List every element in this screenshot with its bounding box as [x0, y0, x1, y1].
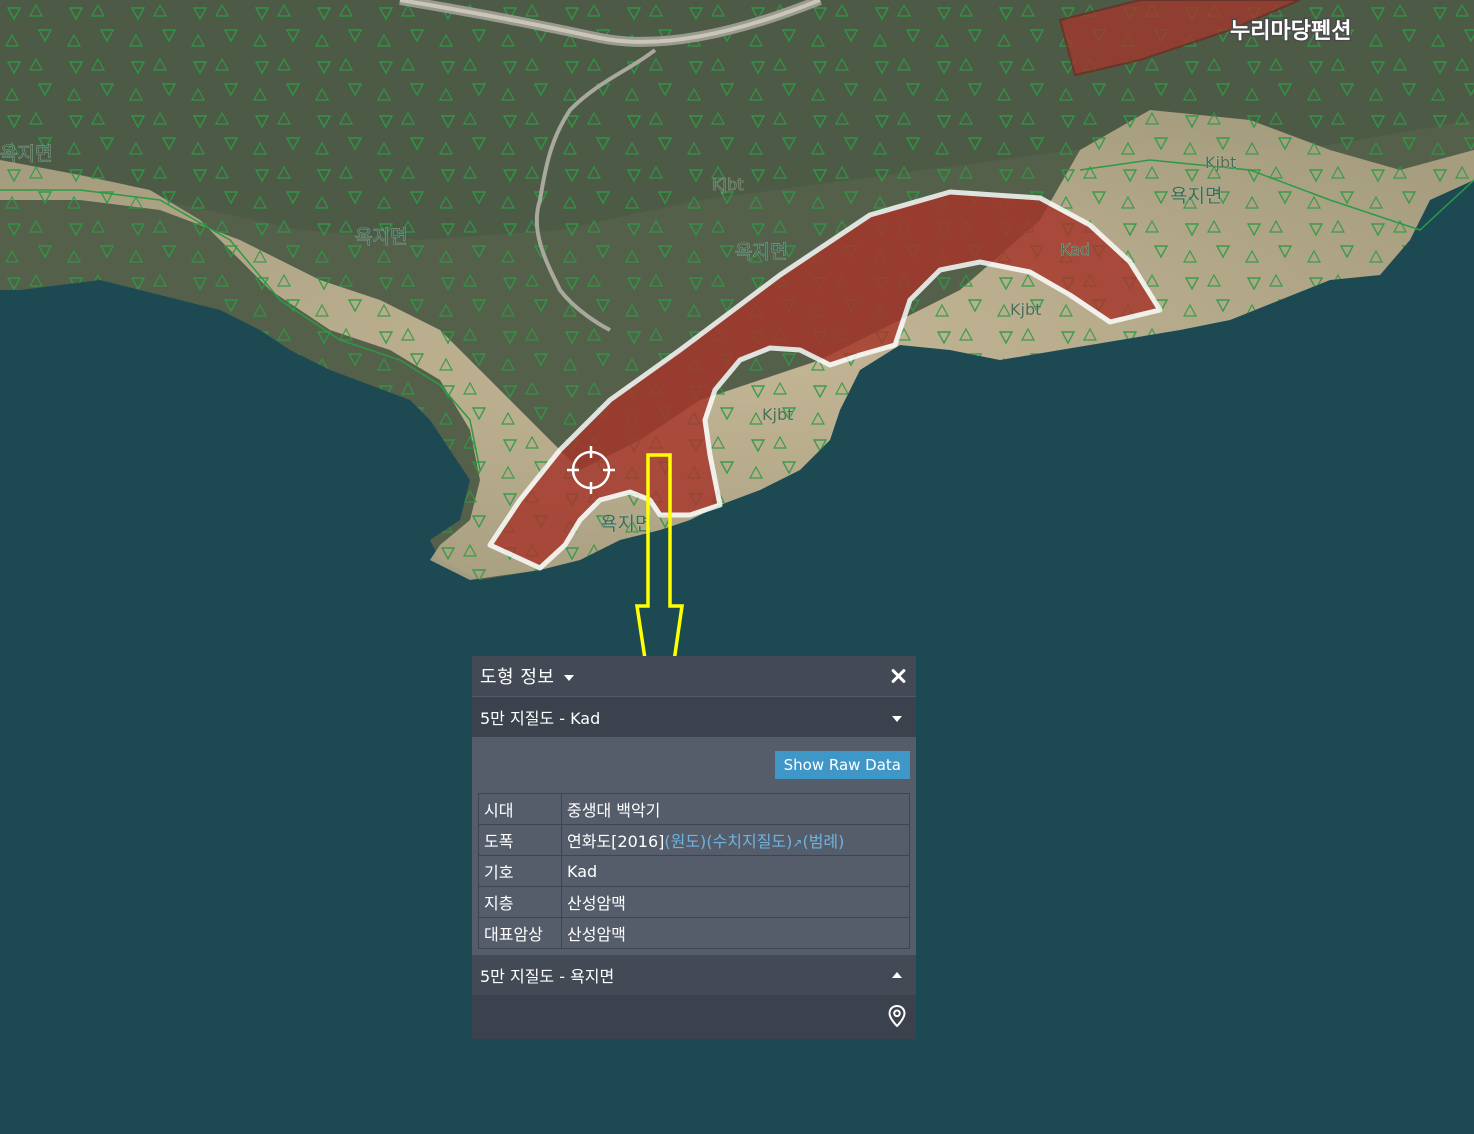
place-label: 욕지면: [0, 143, 52, 165]
table-row: 도폭 연화도[2016](원도)(수치지질도)↗(범례): [478, 824, 910, 856]
place-label: 욕지면: [600, 513, 652, 535]
section-title: 5만 지질도 - Kad: [480, 709, 601, 728]
panel-title: 도형 정보: [480, 667, 555, 688]
original-map-link[interactable]: (원도): [664, 832, 706, 851]
attribute-value: 산성암맥: [561, 917, 910, 949]
poi-label: 누리마당펜션: [1230, 19, 1351, 44]
table-row: 대표암상 산성암맥: [478, 917, 910, 949]
attribute-value: Kad: [561, 855, 910, 887]
external-link-icon: ↗: [792, 836, 803, 850]
attribute-key: 지층: [478, 886, 562, 918]
section-header-yokji[interactable]: 5만 지질도 - 욕지면: [472, 955, 916, 995]
show-raw-data-button[interactable]: Show Raw Data: [774, 751, 910, 779]
feature-info-panel: 도형 정보 5만 지질도 - Kad Show Raw Data 시대 중생대 …: [472, 656, 916, 1039]
table-row: 시대 중생대 백악기: [478, 793, 910, 825]
table-row: 기호 Kad: [478, 855, 910, 887]
unit-label: Kad: [1060, 240, 1090, 259]
place-label: 욕지면: [1170, 185, 1222, 207]
table-row: 지층 산성암맥: [478, 886, 910, 918]
chevron-down-icon[interactable]: [564, 674, 575, 681]
panel-header: 도형 정보: [472, 656, 916, 697]
close-icon[interactable]: [888, 666, 908, 686]
attribute-value: 중생대 백악기: [561, 793, 910, 825]
chevron-up-icon[interactable]: [892, 972, 902, 978]
unit-label: Kjbt: [1010, 300, 1041, 319]
chevron-down-icon[interactable]: [892, 715, 902, 722]
section-title: 5만 지질도 - 욕지면: [480, 967, 615, 986]
attribute-key: 기호: [478, 855, 562, 887]
attribute-value: 산성암맥: [561, 886, 910, 918]
sheet-name: 연화도[2016]: [567, 832, 665, 851]
section-body-yokji: [472, 995, 916, 1039]
attribute-key: 도폭: [478, 824, 562, 856]
attribute-value-sheet: 연화도[2016](원도)(수치지질도)↗(범례): [561, 824, 910, 856]
unit-label: Kjbt: [712, 175, 743, 194]
digital-map-link[interactable]: (수치지질도): [706, 832, 792, 851]
place-label: 욕지면: [735, 241, 787, 263]
attribute-key: 대표암상: [478, 917, 562, 949]
location-pin-icon[interactable]: [888, 1005, 906, 1027]
unit-label: Kjbt: [1205, 153, 1236, 172]
attribute-key: 시대: [478, 793, 562, 825]
unit-label: Kjbt: [762, 405, 793, 424]
attribute-table: 시대 중생대 백악기 도폭 연화도[2016](원도)(수치지질도)↗(범례) …: [478, 793, 910, 949]
section-header-kad[interactable]: 5만 지질도 - Kad: [472, 697, 916, 737]
place-label: 욕지면: [355, 226, 407, 248]
legend-link[interactable]: (범례): [802, 832, 844, 851]
section-body-kad: Show Raw Data 시대 중생대 백악기 도폭 연화도[2016](원도…: [472, 737, 916, 955]
